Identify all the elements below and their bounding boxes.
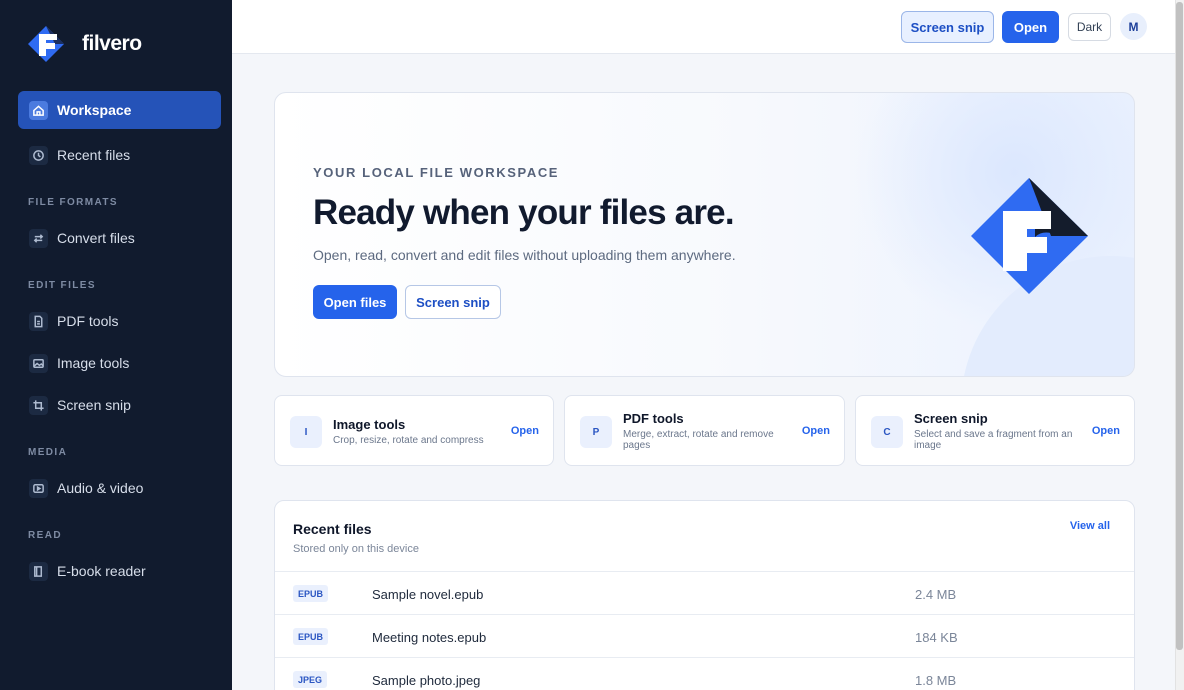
file-size: 2.4 MB — [915, 587, 957, 602]
file-size: 1.8 MB — [915, 673, 957, 688]
card-image-tools[interactable]: I Image tools Crop, resize, rotate and c… — [274, 395, 554, 466]
open-files-button[interactable]: Open files — [313, 285, 397, 319]
sidebar-item-label: Audio & video — [57, 480, 144, 496]
play-icon — [29, 478, 48, 498]
home-icon — [29, 100, 48, 120]
sidebar-item-pdf-tools[interactable]: PDF tools — [18, 302, 221, 340]
card-title: Screen snip — [914, 411, 988, 426]
card-badge: I — [290, 416, 322, 448]
sidebar: filvero Workspace Recent files FILE FORM… — [0, 0, 232, 690]
card-badge: P — [580, 416, 612, 448]
brand-name: filvero — [82, 32, 142, 55]
card-open-link[interactable]: Open — [802, 425, 830, 437]
recent-files-title: Recent files — [293, 521, 372, 537]
card-open-link[interactable]: Open — [511, 425, 539, 437]
sidebar-section-read: READ — [28, 530, 62, 541]
table-row[interactable]: EPUB Sample novel.epub 2.4 MB — [275, 571, 1134, 614]
sidebar-section-media: MEDIA — [28, 447, 68, 458]
book-icon — [29, 561, 48, 581]
sidebar-item-label: PDF tools — [57, 313, 119, 329]
hero-screen-snip-button[interactable]: Screen snip — [405, 285, 501, 319]
sidebar-item-ebook-reader[interactable]: E-book reader — [18, 552, 221, 590]
file-type-badge: EPUB — [293, 628, 329, 645]
sidebar-item-label: Screen snip — [57, 397, 131, 413]
file-type-badge: JPEG — [293, 671, 328, 688]
filvero-logo-icon — [28, 26, 64, 62]
avatar[interactable]: M — [1120, 13, 1147, 40]
sidebar-item-image-tools[interactable]: Image tools — [18, 344, 221, 382]
view-all-link[interactable]: View all — [1070, 520, 1110, 532]
table-row[interactable]: JPEG Sample photo.jpeg 1.8 MB — [275, 657, 1134, 690]
card-title: Image tools — [333, 417, 406, 432]
sidebar-item-label: Image tools — [57, 355, 130, 371]
card-description: Merge, extract, rotate and remove pages — [623, 429, 774, 451]
card-title: PDF tools — [623, 411, 684, 426]
file-name: Meeting notes.epub — [372, 630, 487, 645]
sidebar-item-screen-snip[interactable]: Screen snip — [18, 386, 221, 424]
open-button[interactable]: Open — [1002, 11, 1059, 43]
sidebar-item-audio-video[interactable]: Audio & video — [18, 469, 221, 507]
sidebar-item-label: Convert files — [57, 230, 135, 246]
card-badge: C — [871, 416, 903, 448]
sidebar-section-edit-files: EDIT FILES — [28, 280, 96, 291]
hero-subtitle: Open, read, convert and edit files witho… — [313, 247, 736, 263]
brand[interactable]: filvero — [28, 24, 142, 64]
sidebar-section-file-formats: FILE FORMATS — [28, 197, 118, 208]
hero-banner: YOUR LOCAL FILE WORKSPACE Ready when you… — [274, 92, 1135, 377]
document-icon — [29, 311, 48, 331]
filvero-logo-icon — [971, 178, 1088, 294]
card-description: Crop, resize, rotate and compress — [333, 435, 484, 446]
card-open-link[interactable]: Open — [1092, 425, 1120, 437]
recent-files-subtitle: Stored only on this device — [293, 543, 419, 555]
file-type-badge: EPUB — [293, 585, 329, 602]
clock-icon — [29, 145, 48, 165]
card-description: Select and save a fragment from an image — [914, 429, 1073, 451]
card-pdf-tools[interactable]: P PDF tools Merge, extract, rotate and r… — [564, 395, 845, 466]
file-name: Sample novel.epub — [372, 587, 484, 602]
swap-arrows-icon — [29, 228, 48, 248]
sidebar-item-recent-files[interactable]: Recent files — [18, 136, 221, 174]
sidebar-item-label: Workspace — [57, 102, 132, 118]
table-row[interactable]: EPUB Meeting notes.epub 184 KB — [275, 614, 1134, 657]
sidebar-item-workspace[interactable]: Workspace — [18, 91, 221, 129]
scrollbar[interactable] — [1175, 0, 1184, 690]
image-icon — [29, 353, 48, 373]
hero-title: Ready when your files are. — [313, 193, 735, 232]
sidebar-item-convert-files[interactable]: Convert files — [18, 219, 221, 257]
file-size: 184 KB — [915, 630, 958, 645]
hero-eyebrow: YOUR LOCAL FILE WORKSPACE — [313, 165, 560, 180]
scrollbar-thumb[interactable] — [1176, 2, 1183, 650]
crop-icon — [29, 395, 48, 415]
card-screen-snip[interactable]: C Screen snip Select and save a fragment… — [855, 395, 1135, 466]
recent-files-panel: Recent files Stored only on this device … — [274, 500, 1135, 690]
file-name: Sample photo.jpeg — [372, 673, 481, 688]
sidebar-item-label: E-book reader — [57, 563, 146, 579]
screen-snip-button[interactable]: Screen snip — [901, 11, 994, 43]
theme-toggle-button[interactable]: Dark — [1068, 13, 1111, 41]
sidebar-item-label: Recent files — [57, 147, 131, 163]
